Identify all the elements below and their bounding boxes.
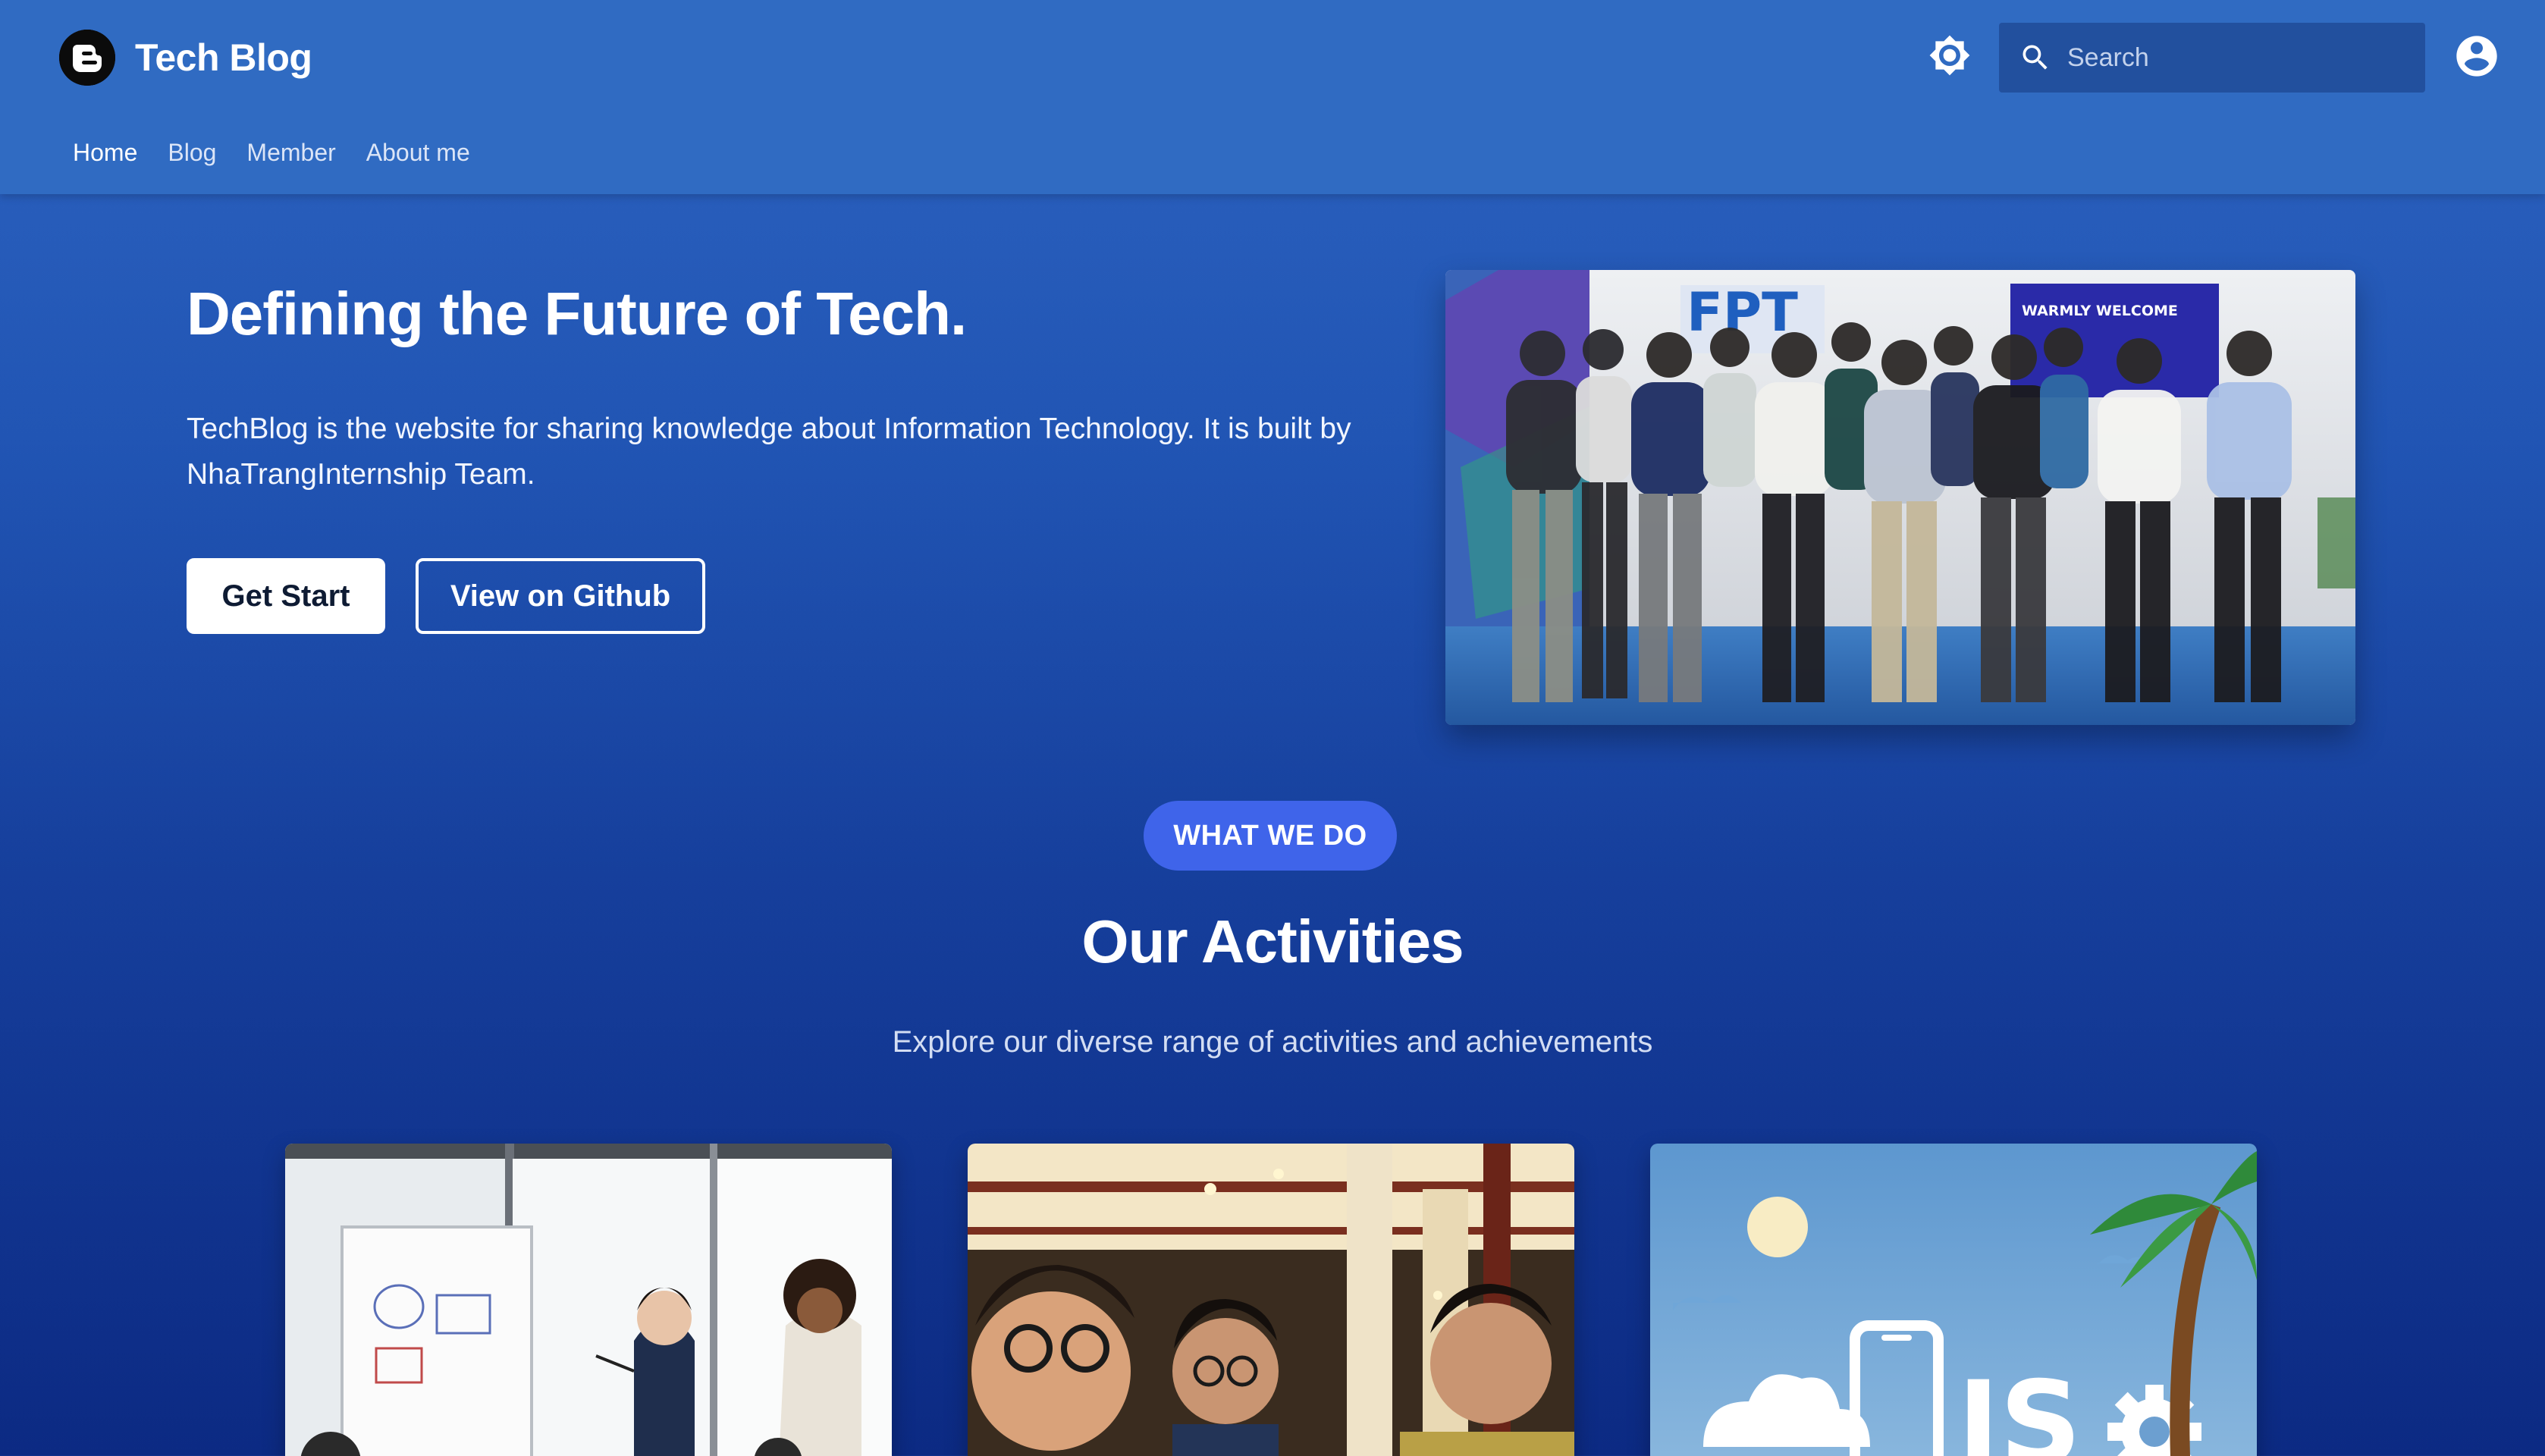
view-on-github-button[interactable]: View on Github	[416, 558, 705, 634]
top-app-bar: Tech Blog Home Blog Member About me	[0, 0, 2545, 194]
search-box	[1999, 23, 2425, 93]
account-circle-icon	[2456, 36, 2497, 77]
js-mobile-illustration: JS	[1650, 1144, 2257, 1456]
main-nav: Home Blog Member About me	[73, 133, 501, 171]
nav-item-about-me[interactable]: About me	[366, 139, 470, 167]
section-subtitle: Explore our diverse range of activities …	[892, 1025, 1653, 1059]
get-start-button[interactable]: Get Start	[187, 558, 385, 634]
what-we-do-badge: WHAT WE DO	[1144, 801, 1397, 871]
js-text: JS	[1950, 1357, 2082, 1456]
hero-image-banner-text: WARMLY WELCOME	[2022, 303, 2178, 319]
hero-title: Defining the Future of Tech.	[187, 280, 967, 347]
theme-toggle-button[interactable]	[1926, 32, 1973, 79]
activity-card-meeting[interactable]	[285, 1144, 892, 1456]
section-title: Our Activities	[1081, 908, 1464, 975]
nav-item-home[interactable]: Home	[73, 139, 137, 167]
activity-card-dev[interactable]: JS	[1650, 1144, 2257, 1456]
brand[interactable]: Tech Blog	[59, 30, 312, 86]
sun-icon	[1929, 35, 1970, 76]
team-group-photo: FPT WARMLY WELCOME	[1445, 270, 2355, 725]
team-selfie-photo	[968, 1144, 1574, 1456]
activity-card-team[interactable]	[968, 1144, 1574, 1456]
brand-title: Tech Blog	[135, 36, 312, 79]
search-icon	[2017, 39, 2054, 76]
account-button[interactable]	[2452, 32, 2501, 80]
hero-description: TechBlog is the website for sharing know…	[187, 413, 1351, 491]
search-input[interactable]	[2067, 35, 2425, 80]
nav-item-member[interactable]: Member	[246, 139, 335, 167]
office-meeting-photo	[285, 1144, 892, 1456]
nav-item-blog[interactable]: Blog	[168, 139, 216, 167]
blogger-icon	[59, 30, 115, 86]
